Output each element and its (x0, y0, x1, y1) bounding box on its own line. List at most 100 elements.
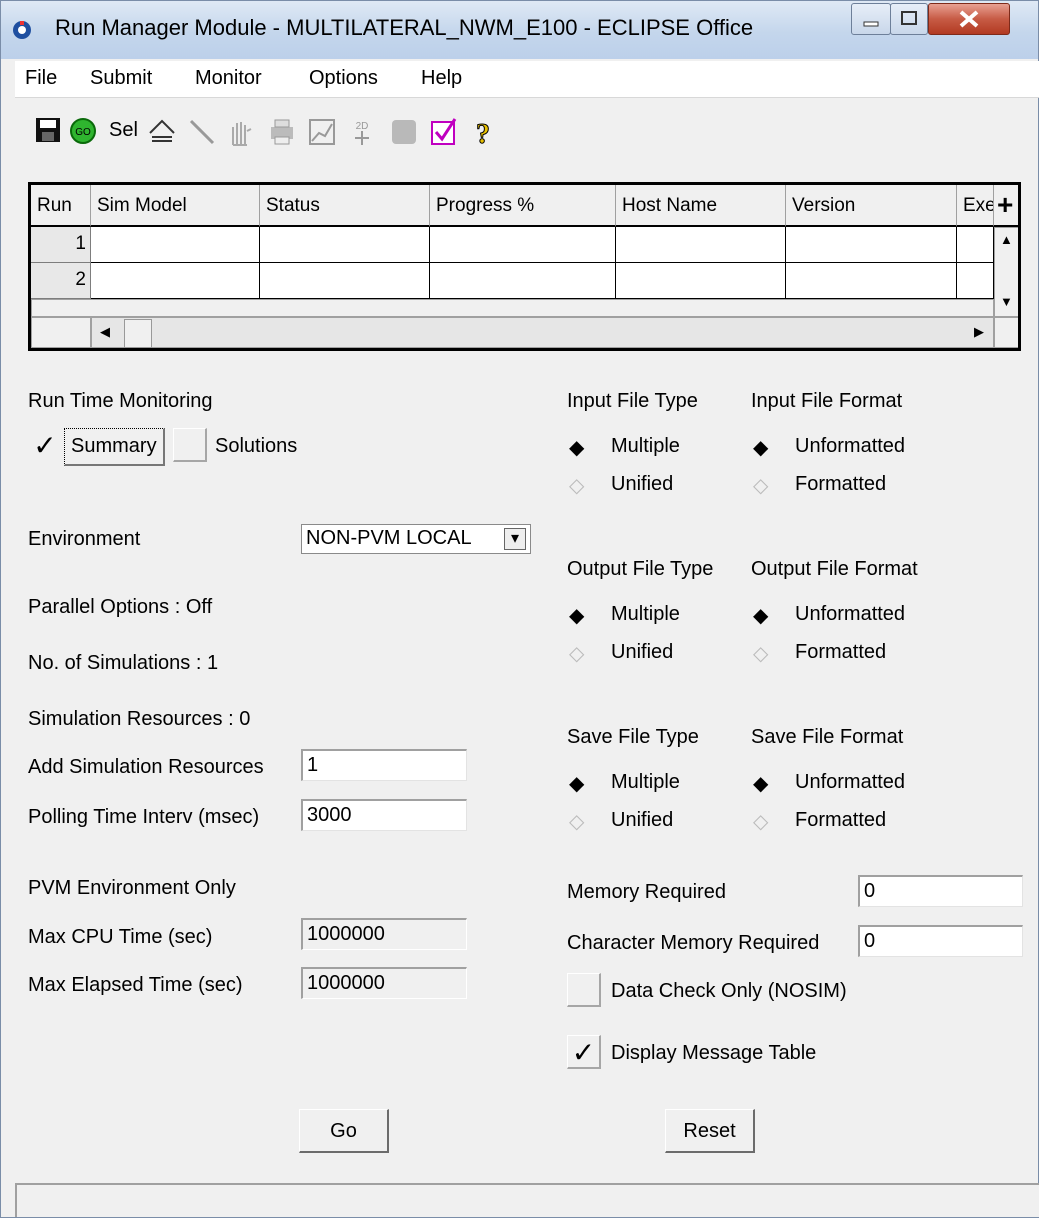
svg-text:GO: GO (75, 127, 91, 138)
save-type-multiple-radio[interactable]: ◆ (569, 771, 584, 796)
column-host-name[interactable]: Host Name (616, 185, 786, 227)
input-file-format-label: Input File Format (751, 390, 903, 412)
input-format-unformatted-radio[interactable]: ◆ (753, 435, 768, 460)
column-status[interactable]: Status (260, 185, 430, 227)
memory-required-label: Memory Required (567, 881, 726, 903)
maximize-button[interactable] (890, 3, 928, 35)
scroll-left-icon[interactable]: ◀ (100, 324, 110, 340)
column-version[interactable]: Version (786, 185, 957, 227)
char-memory-required-input[interactable]: 0 (858, 925, 1023, 957)
row-header-2[interactable]: 2 (31, 263, 91, 299)
data-check-only-checkbox[interactable] (567, 973, 601, 1007)
max-elapsed-time-input: 1000000 (301, 967, 467, 999)
environment-value: NON-PVM LOCAL (306, 527, 472, 549)
scroll-right-icon[interactable]: ▶ (974, 324, 984, 340)
minimize-icon (863, 21, 879, 27)
go-icon[interactable]: GO (69, 117, 99, 147)
maximize-icon (901, 11, 917, 25)
output-format-formatted-radio[interactable]: ◇ (753, 641, 768, 666)
svg-text:2D: 2D (356, 121, 369, 132)
menu-help[interactable]: Help (421, 67, 462, 90)
status-bar (15, 1183, 1039, 1217)
graph-icon[interactable] (307, 117, 337, 147)
summary-label[interactable]: Summary (64, 428, 165, 466)
column-progress[interactable]: Progress % (430, 185, 616, 227)
table-cell[interactable] (91, 227, 260, 263)
app-icon (13, 21, 31, 39)
save-format-formatted-label: Formatted (795, 809, 887, 831)
table-cell[interactable] (957, 263, 994, 299)
scroll-thumb[interactable] (124, 319, 152, 348)
save-format-formatted-radio[interactable]: ◇ (753, 809, 768, 834)
output-type-unified-label: Unified (611, 641, 674, 663)
stop-icon[interactable] (389, 117, 419, 147)
table-cell[interactable] (430, 227, 616, 263)
add-column-button[interactable]: + (994, 185, 1018, 227)
table-cell[interactable] (260, 263, 430, 299)
input-type-multiple-radio[interactable]: ◆ (569, 435, 584, 460)
printer-icon[interactable] (267, 117, 297, 147)
menu-submit[interactable]: Submit (90, 67, 152, 90)
column-sim-model[interactable]: Sim Model (91, 185, 260, 227)
memory-required-input[interactable]: 0 (858, 875, 1023, 907)
save-format-unformatted-radio[interactable]: ◆ (753, 771, 768, 796)
help-icon[interactable]: ? (471, 117, 495, 150)
save-file-type-label: Save File Type (567, 726, 699, 748)
sel-icon[interactable]: Sel (109, 119, 138, 142)
output-format-unformatted-label: Unformatted (795, 603, 906, 625)
solutions-checkbox[interactable] (173, 428, 207, 462)
table-cell[interactable] (91, 263, 260, 299)
input-format-formatted-radio[interactable]: ◇ (753, 473, 768, 498)
minimize-button[interactable] (851, 3, 891, 35)
num-simulations-text: No. of Simulations : 1 (28, 652, 219, 674)
table-cell[interactable] (260, 227, 430, 263)
checkmark-icon[interactable] (429, 117, 459, 147)
chevron-down-icon[interactable]: ▾ (504, 528, 526, 550)
table-cell[interactable] (957, 227, 994, 263)
line-icon[interactable] (187, 117, 217, 147)
table-cell[interactable] (786, 263, 957, 299)
menu-bar: File Submit Monitor Options Help (15, 61, 1039, 98)
polling-interval-label: Polling Time Interv (msec) (28, 806, 260, 828)
toolbar: GO Sel 2D ? (15, 99, 1039, 169)
environment-select[interactable]: NON-PVM LOCAL ▾ (301, 524, 531, 554)
input-format-formatted-label: Formatted (795, 473, 887, 495)
output-type-unified-radio[interactable]: ◇ (569, 641, 584, 666)
table-cell[interactable] (616, 227, 786, 263)
close-button[interactable] (928, 3, 1010, 35)
char-memory-required-label: Character Memory Required (567, 932, 820, 954)
save-icon[interactable] (35, 117, 61, 143)
summary-checkbox[interactable]: ✓ (28, 429, 62, 463)
2d-3d-icon[interactable]: 2D (347, 117, 377, 147)
surface-icon[interactable] (147, 117, 177, 145)
table-cell[interactable] (616, 263, 786, 299)
menu-monitor[interactable]: Monitor (195, 67, 262, 90)
grid-corner (31, 317, 91, 348)
go-button[interactable]: Go (299, 1109, 389, 1153)
row-header-1[interactable]: 1 (31, 227, 91, 263)
input-type-unified-label: Unified (611, 473, 674, 495)
output-file-format-label: Output File Format (751, 558, 918, 580)
column-exe[interactable]: Exe (957, 185, 994, 227)
output-type-multiple-label: Multiple (611, 603, 680, 625)
hand-icon[interactable] (225, 117, 255, 147)
table-cell[interactable] (786, 227, 957, 263)
menu-file[interactable]: File (25, 67, 57, 90)
add-sim-resources-input[interactable]: 1 (301, 749, 467, 781)
polling-interval-input[interactable]: 3000 (301, 799, 467, 831)
reset-button[interactable]: Reset (665, 1109, 755, 1153)
output-type-multiple-radio[interactable]: ◆ (569, 603, 584, 628)
table-cell[interactable] (430, 263, 616, 299)
input-type-unified-radio[interactable]: ◇ (569, 473, 584, 498)
output-format-unformatted-radio[interactable]: ◆ (753, 603, 768, 628)
display-message-table-checkbox[interactable]: ✓ (567, 1035, 601, 1069)
runs-table: Run Sim Model Status Progress % Host Nam… (28, 182, 1021, 351)
scroll-up-icon[interactable]: ▲ (1000, 232, 1013, 247)
vertical-scrollbar[interactable]: ▲ ▼ (994, 227, 1018, 317)
horizontal-scrollbar[interactable]: ◀ ▶ (91, 317, 994, 348)
max-cpu-time-label: Max CPU Time (sec) (28, 926, 213, 948)
column-run[interactable]: Run (31, 185, 91, 227)
save-type-unified-radio[interactable]: ◇ (569, 809, 584, 834)
menu-options[interactable]: Options (309, 67, 378, 90)
scroll-down-icon[interactable]: ▼ (1000, 294, 1013, 309)
